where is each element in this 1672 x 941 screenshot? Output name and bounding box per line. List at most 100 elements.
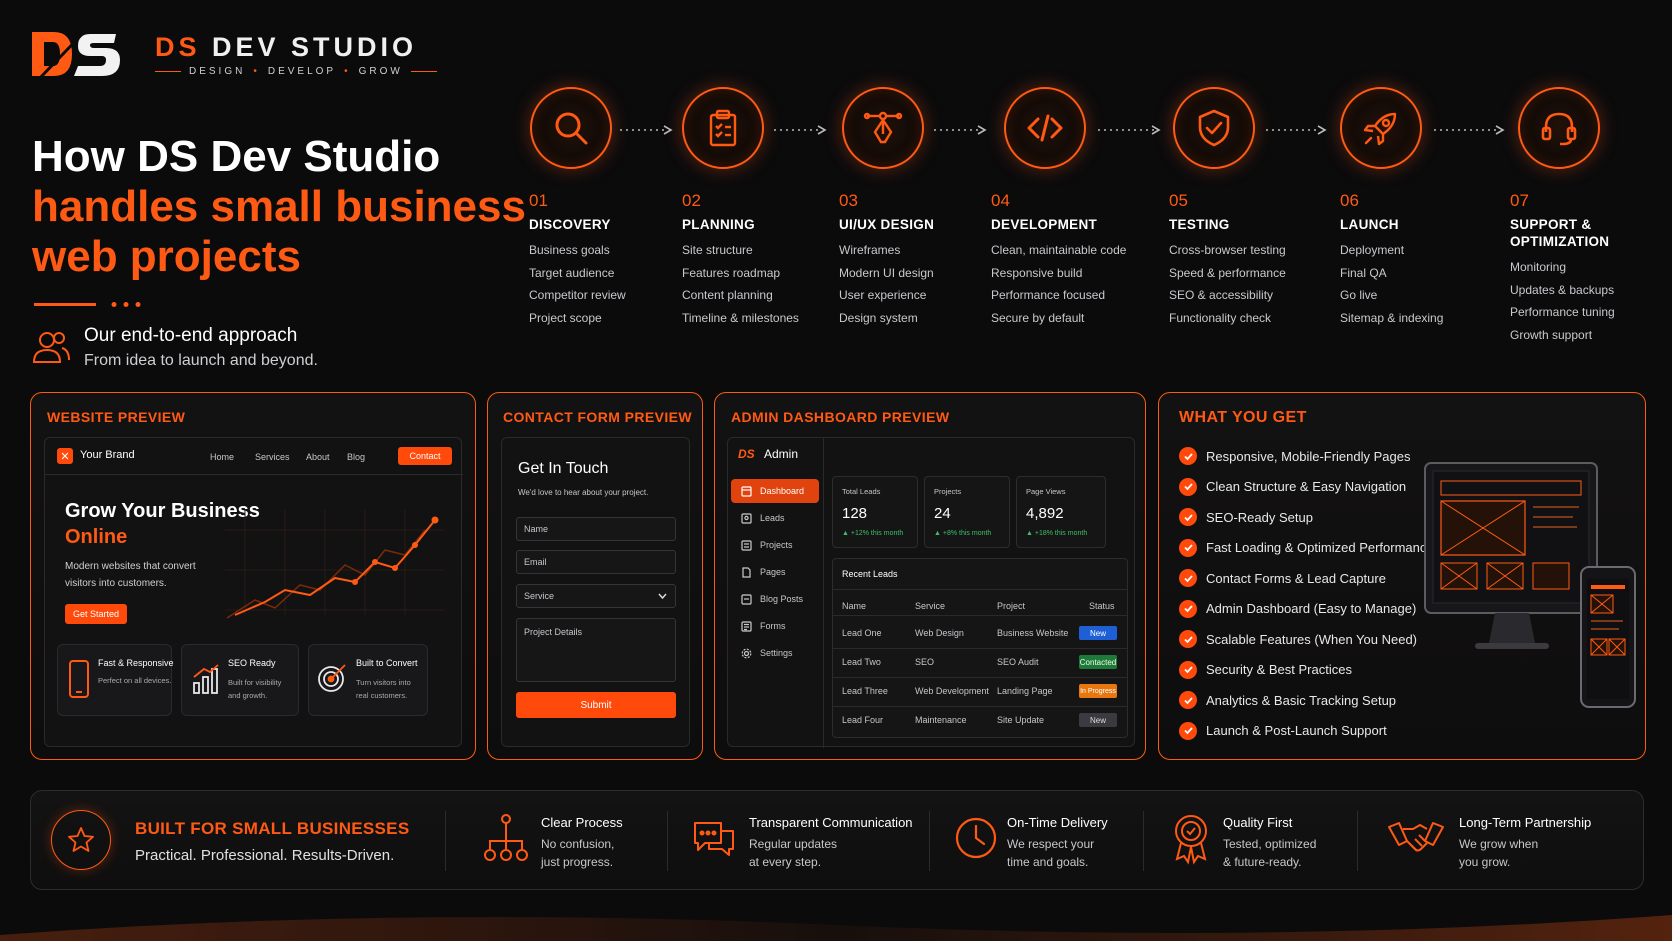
sidebar-item-label: Leads xyxy=(760,513,785,523)
check-icon xyxy=(1179,477,1197,496)
step-1-circle xyxy=(530,87,612,169)
table-row[interactable]: Lead Three Web Development Landing Page … xyxy=(833,677,1127,705)
hero-title-line3: web projects xyxy=(32,232,301,281)
footer-feature-title: Clear Process xyxy=(541,815,623,830)
mock-get-started-button[interactable]: Get Started xyxy=(65,604,127,624)
status-badge: New xyxy=(1079,713,1117,727)
step-number: 01 xyxy=(529,191,548,210)
benefit-label: Scalable Features (When You Need) xyxy=(1206,631,1418,647)
step-arrow xyxy=(620,125,673,135)
column-header-service: Service xyxy=(915,601,946,611)
step-7-circle xyxy=(1518,87,1600,169)
brand-name: DS DEV STUDIO xyxy=(155,32,417,63)
footer-feature-desc: Tested, optimized & future-ready. xyxy=(1223,835,1316,871)
benefit-item: Contact Forms & Lead Capture xyxy=(1179,563,1434,594)
step-item: Monitoring xyxy=(1510,260,1567,274)
mock-nav-services[interactable]: Services xyxy=(255,452,290,462)
project-details-textarea[interactable]: Project Details xyxy=(516,618,676,682)
admin-mockup: DS Admin Dashboard Leads Projects Pages xyxy=(727,437,1135,748)
website-mockup: ✕ Your Brand Home Services About Blog Co… xyxy=(44,437,463,747)
stat-delta-text: +8% this month xyxy=(942,530,992,537)
submit-button[interactable]: Submit xyxy=(516,692,676,718)
step-2-circle xyxy=(682,87,764,169)
clock-icon xyxy=(955,817,997,859)
mock-nav-about[interactable]: About xyxy=(306,452,330,462)
sidebar-item-pages[interactable]: Pages xyxy=(731,560,819,584)
table-row[interactable]: Lead Two SEO SEO Audit Contacted xyxy=(833,648,1127,676)
table-title: Recent Leads xyxy=(842,569,898,579)
cell-name: Lead Three xyxy=(842,686,888,696)
award-icon xyxy=(1175,815,1207,865)
contact-form-mockup: Get In Touch We'd love to hear about you… xyxy=(501,437,690,747)
mock-nav-home[interactable]: Home xyxy=(210,452,234,462)
step-item: Content planning xyxy=(682,288,773,302)
check-icon xyxy=(1179,630,1197,649)
footer-feature-desc: No confusion, just progress. xyxy=(541,835,614,871)
email-field[interactable]: Email xyxy=(516,550,676,574)
sidebar-item-leads[interactable]: Leads xyxy=(731,506,819,530)
sidebar-item-label: Forms xyxy=(760,621,786,631)
name-field[interactable]: Name xyxy=(516,517,676,541)
cell-name: Lead Two xyxy=(842,657,881,667)
bottom-glow-decoration xyxy=(0,915,1672,941)
feature-desc-line: real customers. xyxy=(356,691,408,700)
table-row[interactable]: Lead Four Maintenance Site Update New xyxy=(833,706,1127,734)
form-subtitle: We'd love to hear about your project. xyxy=(518,488,649,497)
forms-icon xyxy=(741,620,752,632)
step-item: Design system xyxy=(839,310,918,325)
recent-leads-table: Recent Leads Name Service Project Status… xyxy=(832,558,1128,738)
step-item: Business goals xyxy=(529,243,610,257)
cell-name: Lead One xyxy=(842,628,882,638)
hero-title-line1: How DS Dev Studio xyxy=(32,132,441,181)
step-title: OPTIMIZATION xyxy=(1510,234,1610,249)
step-item: Clean, maintainable code xyxy=(991,243,1127,257)
feature-card-fast: Fast & Responsive Perfect on all devices… xyxy=(57,644,174,716)
table-row[interactable]: Lead One Web Design Business Website New xyxy=(833,619,1127,647)
step-item: Functionality check xyxy=(1169,310,1272,325)
approach-title: Our end-to-end approach xyxy=(84,325,298,346)
benefit-item: Clean Structure & Easy Navigation xyxy=(1179,472,1434,503)
stat-value: 4,892 xyxy=(1026,505,1064,522)
step-number: 07 xyxy=(1510,191,1529,210)
step-4-circle xyxy=(1004,87,1086,169)
projects-icon xyxy=(741,539,752,551)
step-1-text: 01 DISCOVERY Business goals Target audie… xyxy=(529,191,626,329)
tagline-design: DESIGN xyxy=(189,66,246,77)
service-select[interactable]: Service xyxy=(516,584,676,608)
step-item: Growth support xyxy=(1510,327,1593,342)
footer-desc-line: We grow when xyxy=(1459,837,1539,851)
star-badge xyxy=(51,810,111,870)
brand-name-rest: DEV STUDIO xyxy=(212,32,418,62)
sidebar-item-settings[interactable]: Settings xyxy=(731,641,819,665)
stat-delta: ▲ +12% this month xyxy=(842,530,904,537)
mock-nav-blog[interactable]: Blog xyxy=(347,452,365,462)
cell-service: Web Development xyxy=(915,686,989,696)
step-7-text: 07 SUPPORT & OPTIMIZATION Monitoring Upd… xyxy=(1510,191,1615,346)
sidebar-item-blog-posts[interactable]: Blog Posts xyxy=(731,587,819,611)
column-header-status: Status xyxy=(1089,601,1115,611)
check-icon xyxy=(1179,660,1197,679)
step-item: Deployment xyxy=(1340,243,1405,257)
devices-illustration xyxy=(1424,462,1636,708)
stat-delta: ▲ +18% this month xyxy=(1026,530,1088,537)
sidebar-item-dashboard[interactable]: Dashboard xyxy=(731,479,819,503)
stat-card-projects: Projects 24 ▲ +8% this month xyxy=(924,476,1010,548)
column-header-name: Name xyxy=(842,601,867,611)
sidebar-item-projects[interactable]: Projects xyxy=(731,533,819,557)
check-icon xyxy=(1179,599,1197,618)
step-item: Final QA xyxy=(1340,265,1387,280)
code-icon xyxy=(1027,114,1063,142)
sidebar-item-forms[interactable]: Forms xyxy=(731,614,819,638)
mock-contact-button[interactable]: Contact xyxy=(398,447,452,465)
column-header-project: Project xyxy=(997,601,1026,611)
tagline-sep: • xyxy=(344,66,351,77)
admin-logo-text: Admin xyxy=(764,447,799,461)
step-item: Sitemap & indexing xyxy=(1340,310,1444,325)
footer-feature-title: On-Time Delivery xyxy=(1007,815,1108,830)
step-item: Secure by default xyxy=(991,310,1085,325)
cell-service: Maintenance xyxy=(915,715,967,725)
website-preview-panel: WEBSITE PREVIEW ✕ Your Brand Home Servic… xyxy=(30,392,476,760)
step-2-text: 02 PLANNING Site structure Features road… xyxy=(682,191,799,329)
status-badge: New xyxy=(1079,626,1117,640)
admin-dashboard-panel: ADMIN DASHBOARD PREVIEW DS Admin Dashboa… xyxy=(714,392,1146,760)
